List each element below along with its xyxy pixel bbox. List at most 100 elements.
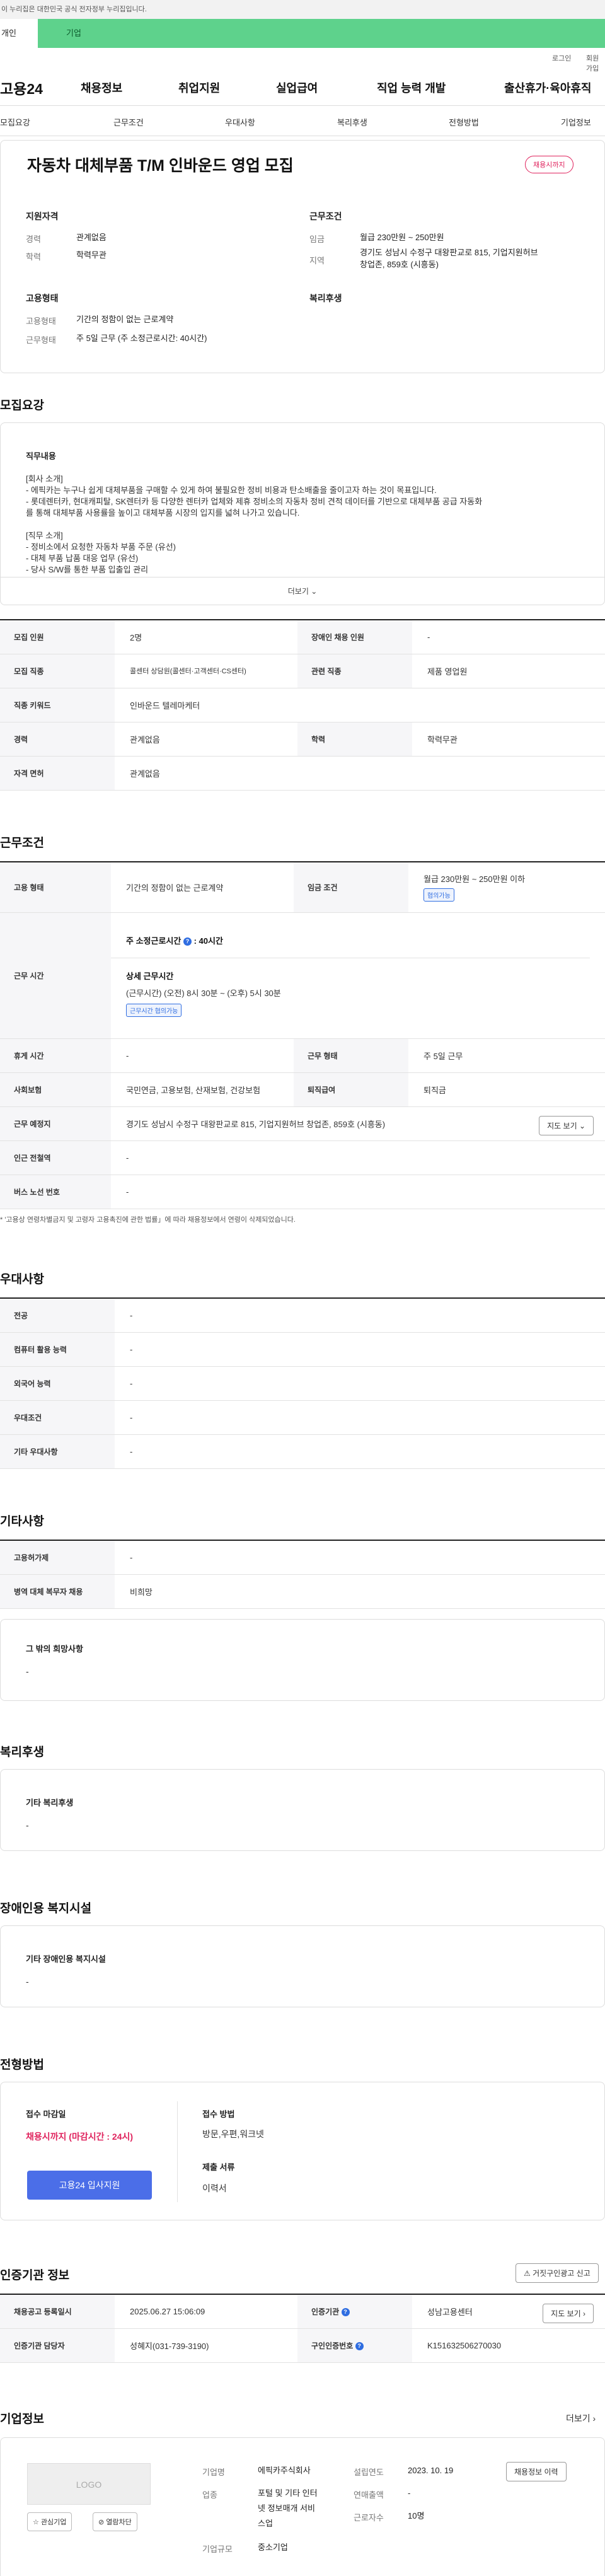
employees-value: 10명 <box>408 2511 425 2521</box>
qual-title: 지원자격 <box>26 211 59 221</box>
block-button[interactable]: ⊘ 열람차단 <box>93 2512 137 2531</box>
job-history-button[interactable]: 채용정보 이력 <box>506 2462 567 2481</box>
cell: 컴퓨터 활용 능력 <box>0 1332 115 1367</box>
cell: 주 5일 근무 <box>408 1038 605 1073</box>
method-value: 방문,우편,워크넷 <box>202 2129 264 2139</box>
worktype-key: 근무형태 <box>26 335 56 345</box>
deadline-title: 접수 마감일 <box>26 2109 66 2119</box>
deadline-badge: 채용시까지 <box>525 156 573 173</box>
cell: 직종 키워드 <box>0 688 115 722</box>
cell: 성혜지(031-739-3190) <box>115 2328 297 2363</box>
cell: 우대조건 <box>0 1400 115 1435</box>
cell: - <box>111 1175 605 1209</box>
login-link[interactable]: 로그인 <box>552 53 571 63</box>
map-button[interactable]: 지도 보기 ⌄ <box>539 1115 594 1135</box>
age-note: * '고용상 연령차별금지 및 고령자 고용촉진에 관한 법률」에 따라 채용정… <box>0 1216 296 1224</box>
map-button-2[interactable]: 지도 보기 › <box>543 2304 594 2323</box>
detail-hours-title: 상세 근무시간 <box>126 971 174 981</box>
cell: 관계없음 <box>115 722 297 757</box>
anchor-welfare[interactable]: 복리후생 <box>337 116 367 128</box>
industry-1: 포털 및 기타 인터 <box>258 2488 318 2498</box>
map-label-2: 지도 보기 <box>551 2309 581 2318</box>
emptype-value: 기간의 정함이 없는 근로계약 <box>76 315 174 324</box>
facility-value: - <box>26 1976 29 1987</box>
tab-personal[interactable]: 개인 <box>0 19 38 48</box>
cell: 관계없음 <box>115 756 605 791</box>
edu-key: 학력 <box>26 252 41 262</box>
report-button[interactable]: ⚠ 거짓구인광고 신고 <box>516 2263 599 2283</box>
more-label: 더보기 <box>287 587 309 596</box>
cell: - <box>115 1434 605 1469</box>
industry-3: 스업 <box>258 2519 273 2528</box>
recruit-table: 모집 인원 2명 장애인 채용 인원 - 모집 직종 콜센터 상담원(콜센터·고객센터·… <box>0 619 605 791</box>
gnb-training[interactable]: 직업 능력 개발 <box>377 79 446 96</box>
info-icon[interactable]: ? <box>355 2341 364 2350</box>
weekly-hours-value: : 40시간 <box>193 936 223 946</box>
gnb-jobs[interactable]: 채용정보 <box>81 79 122 96</box>
company-key: 기업명 <box>202 2468 225 2477</box>
tab-company[interactable]: 기업 <box>38 19 605 48</box>
block-icon: ⊘ <box>98 2519 105 2526</box>
report-label: 거짓구인광고 신고 <box>533 2269 591 2278</box>
company-more-label: 더보기 <box>566 2413 591 2423</box>
pref-section-title: 우대사항 <box>0 1273 44 1286</box>
work-location: 경기도 성남시 수정구 대왕판교로 815, 기업지원허브 창업존, 859호 … <box>126 1119 386 1129</box>
cell: 모집 인원 <box>0 620 115 654</box>
welfare-section-title: 복리후생 <box>0 1746 44 1759</box>
company-section-title: 기업정보 <box>0 2413 44 2426</box>
chevron-down-icon: ⌄ <box>311 587 318 596</box>
gnb-employment-support[interactable]: 취업지원 <box>178 79 220 96</box>
more-button[interactable]: 더보기 ⌄ <box>1 577 604 605</box>
career-value: 관계없음 <box>76 233 107 242</box>
cell: 성남고용센터 지도 보기 › <box>412 2294 605 2329</box>
gnb-parental-leave[interactable]: 출산휴가·육아휴직 <box>504 79 591 96</box>
cell: 비희망 <box>115 1574 605 1609</box>
loc-key: 지역 <box>309 256 325 265</box>
cell: 학력무관 <box>412 722 605 757</box>
cell: 주 소정근로시간 ? : 40시간 상세 근무시간 (근무시간) (오전) 8시… <box>111 912 605 1039</box>
cell: 고용허가제 <box>0 1540 115 1575</box>
cell: 학력 <box>297 722 412 757</box>
site-logo[interactable]: 고용24 <box>0 77 43 98</box>
industry-2: 넷 정보매개 서비 <box>258 2503 315 2513</box>
info-icon[interactable]: ? <box>183 937 192 946</box>
cell: 인증기관 담당자 <box>0 2328 115 2363</box>
info-icon[interactable]: ? <box>341 2308 350 2317</box>
anchor-company[interactable]: 기업정보 <box>561 116 591 128</box>
apply-button[interactable]: 고용24 입사지원 <box>27 2171 152 2200</box>
anchor-process[interactable]: 전형방법 <box>449 116 479 128</box>
cell: K151632506270030 <box>412 2328 605 2363</box>
loc-value-2: 창업존, 859호 (시흥동) <box>360 260 439 269</box>
cell: - <box>111 1038 294 1073</box>
cell: 2025.06.27 15:06:09 <box>115 2294 297 2329</box>
cell: - <box>115 1400 605 1435</box>
revenue-key: 연매출액 <box>354 2490 384 2500</box>
cell: 관련 직종 <box>297 654 412 688</box>
fav-button[interactable]: ☆ 관심기업 <box>27 2512 72 2531</box>
cell: - <box>115 1366 605 1401</box>
certify-section-title: 인증기관 정보 <box>0 2269 70 2282</box>
cell: 병역 대체 복무자 채용 <box>0 1574 115 1609</box>
company-more-link[interactable]: 더보기 › <box>566 2412 596 2425</box>
anchor-pref[interactable]: 우대사항 <box>225 116 255 128</box>
career-key: 경력 <box>26 235 41 244</box>
industry-key: 업종 <box>202 2490 217 2500</box>
weekly-hours-label: 주 소정근로시간 <box>126 936 182 946</box>
size-value: 중소기업 <box>258 2543 288 2552</box>
wage-cond: 월급 230만원 ~ 250만원 이하 <box>424 874 526 885</box>
cell: 기간의 정함이 없는 근로계약 <box>111 862 294 913</box>
anchor-recruit[interactable]: 모집요강 <box>0 116 30 128</box>
anchor-work[interactable]: 근무조건 <box>113 116 144 128</box>
hours-negotiable-tag: 근무시간 협의가능 <box>126 1003 182 1017</box>
company-name: 에픽카주식회사 <box>258 2466 311 2475</box>
docs-value: 이력서 <box>202 2183 227 2193</box>
cell: 경력 <box>0 722 115 757</box>
gnb-unemployment-benefit[interactable]: 실업급여 <box>276 79 318 96</box>
fav-label: 관심기업 <box>40 2519 67 2526</box>
process-box: 접수 마감일 채용시까지 (마감시간 : 24시) 고용24 입사지원 접수 방… <box>0 2082 605 2220</box>
facility-box: 기타 장애인용 복지시설 - <box>0 1925 605 2007</box>
negotiable-tag: 협의가능 <box>424 888 454 902</box>
cell: 버스 노선 번호 <box>0 1175 111 1209</box>
work-table: 고용 형태 기간의 정함이 없는 근로계약 임금 조건 월급 230만원 ~ 250만… <box>0 861 605 1209</box>
cell: 외국어 능력 <box>0 1366 115 1401</box>
